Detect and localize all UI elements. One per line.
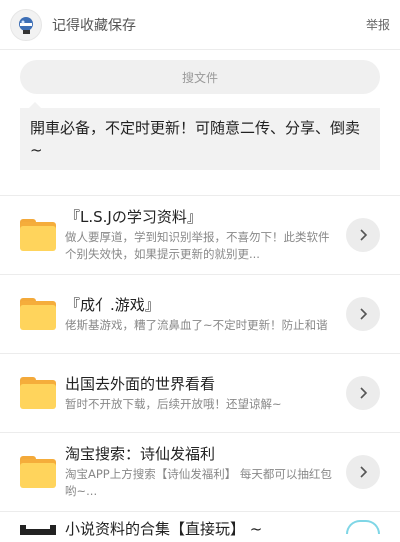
list-item-desc: 暂时不开放下载，后续开放哦！还望谅解~ [65, 396, 282, 411]
list-item[interactable]: 出国去外面的世界看看 暂时不开放下载，后续开放哦！还望谅解~ [0, 354, 400, 433]
open-button[interactable] [346, 520, 380, 534]
list-item[interactable]: 小说资料的合集【直接玩】 ~ [0, 512, 400, 542]
list-item[interactable]: 淘宝搜索：诗仙发福利 淘宝APP上方搜索【诗仙发福利】 每天都可以抽红包哟~..… [0, 433, 400, 512]
list-item-desc: 佬斯基游戏，糟了流鼻血了~不定时更新！防止和谐 [65, 317, 328, 332]
list-item-desc: 淘宝APP上方搜索【诗仙发福利】 每天都可以抽红包哟~... [65, 467, 332, 498]
list-item-desc: 做人要厚道，学到知识别举报，不喜勿下！此类软件个别失效快，如果提示更新的就别更.… [65, 230, 330, 261]
list-item-title: 淘宝搜索：诗仙发福利 [65, 445, 216, 463]
notice-section: 開車必备，不定时更新！可随意二传、分享、倒卖~ [0, 102, 400, 170]
folder-icon [20, 219, 56, 251]
helmet-avatar-icon [19, 16, 33, 34]
chevron-right-icon [360, 466, 368, 478]
list-item-title: 出国去外面的世界看看 [65, 374, 216, 393]
chevron-right-icon [360, 229, 368, 241]
open-button[interactable] [346, 218, 380, 252]
notice-text: 開車必备，不定时更新！可随意二传、分享、倒卖~ [20, 108, 380, 170]
list-item[interactable]: 『成亻.游戏』 佬斯基游戏，糟了流鼻血了~不定时更新！防止和谐 [0, 275, 400, 354]
chevron-right-icon [360, 387, 368, 399]
list-item-texts: 淘宝搜索：诗仙发福利 淘宝APP上方搜索【诗仙发福利】 每天都可以抽红包哟~..… [65, 444, 338, 500]
list-item-texts: 『L.S.Jの学习资料』 做人要厚道，学到知识别举报，不喜勿下！此类软件个别失效… [65, 207, 338, 263]
list-item-title: 『成亻.游戏』 [65, 295, 160, 314]
avatar[interactable] [10, 8, 42, 41]
section-divider [0, 170, 400, 196]
open-button[interactable] [346, 297, 380, 331]
file-list: 『L.S.Jの学习资料』 做人要厚道，学到知识别举报，不喜勿下！此类软件个别失效… [0, 196, 400, 542]
notice-pointer [28, 102, 42, 109]
list-item-title: 小说资料的合集【直接玩】 ~ [65, 520, 263, 538]
search-input[interactable]: 搜文件 [20, 60, 380, 94]
search-placeholder: 搜文件 [181, 70, 218, 85]
list-item-texts: 出国去外面的世界看看 暂时不开放下载，后续开放哦！还望谅解~ [65, 374, 338, 413]
folder-icon [20, 298, 56, 330]
folder-icon [20, 377, 56, 409]
folder-icon [20, 456, 56, 488]
top-bar: 记得收藏保存 举报 [0, 0, 400, 50]
file-thumbnail-icon [20, 520, 56, 535]
search-section: 搜文件 [0, 50, 400, 94]
open-button[interactable] [346, 455, 380, 489]
brand-name: 记得收藏保存 [52, 17, 136, 34]
chevron-right-icon [360, 308, 368, 320]
list-item[interactable]: 『L.S.Jの学习资料』 做人要厚道，学到知识别举报，不喜勿下！此类软件个别失效… [0, 196, 400, 275]
list-item-title: 『L.S.Jの学习资料』 [65, 208, 202, 226]
list-item-texts: 『成亻.游戏』 佬斯基游戏，糟了流鼻血了~不定时更新！防止和谐 [65, 295, 338, 334]
report-link[interactable]: 举报 [366, 16, 390, 33]
open-button[interactable] [346, 376, 380, 410]
